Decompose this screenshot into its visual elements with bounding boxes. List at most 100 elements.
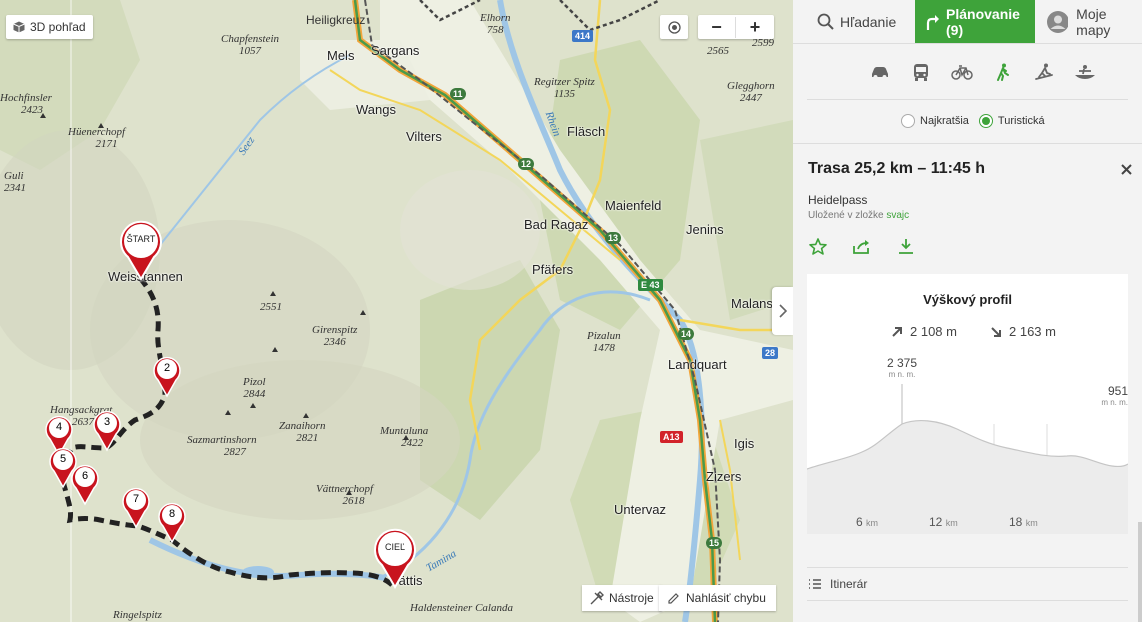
zoom-in-button[interactable]: + (736, 17, 774, 38)
hiking-icon (996, 63, 1009, 81)
close-route-button[interactable] (1121, 162, 1132, 180)
place-label: Zizers (706, 469, 742, 484)
pencil-icon (668, 592, 679, 604)
chevron-right-icon (778, 304, 787, 318)
place-label: Bad Ragaz (524, 217, 589, 232)
option-touristic[interactable]: Turistická (978, 114, 1045, 128)
waypoint-pin-icon (158, 502, 186, 544)
waypoint-pin-icon (71, 464, 99, 506)
peak-label: Girenspitz 2346 (312, 324, 358, 348)
divider (807, 567, 1128, 568)
transport-modes (793, 44, 1142, 100)
end-marker[interactable]: CIEĽ (373, 527, 417, 594)
place-label: Igis (734, 436, 755, 451)
route-title: Trasa 25,2 km – 11:45 h (808, 160, 986, 177)
locate-button[interactable] (660, 15, 688, 39)
option-shortest-label: Najkratšia (920, 115, 969, 127)
road-number-badge: 13 (605, 232, 622, 244)
place-label: Untervaz (614, 502, 667, 517)
radio-shortest[interactable] (901, 114, 915, 128)
tools-button[interactable]: Nástroje (582, 585, 662, 611)
area-label: Ringelspitz (113, 609, 162, 621)
share-icon[interactable] (852, 238, 872, 255)
panel-scrollbar[interactable] (1138, 522, 1142, 622)
report-error-button[interactable]: Nahlásiť chybu (659, 585, 776, 611)
option-shortest[interactable]: Najkratšia (901, 114, 969, 128)
peak-label: Hochfinsler 2423 (0, 92, 52, 116)
place-label: Vilters (406, 129, 442, 144)
road-number-badge: 12 (518, 158, 535, 170)
bus-icon (913, 64, 928, 81)
tab-planning[interactable]: Plánovanie (9) (915, 0, 1035, 43)
descent-stat: 2 163 m (990, 324, 1056, 339)
tab-search[interactable]: Hľadanie (793, 0, 915, 43)
peak-label: Glegghorn 2447 (727, 80, 775, 104)
peak-label: Vättnerchopf 2618 (316, 483, 374, 507)
mode-bicycle[interactable] (941, 64, 982, 80)
tab-search-label: Hľadanie (840, 13, 897, 30)
start-marker[interactable]: ŠTART (119, 219, 163, 286)
waypoint-number: 3 (103, 416, 111, 428)
mode-hiking[interactable] (982, 63, 1023, 81)
option-touristic-label: Turistická (997, 115, 1045, 127)
peak-label: Hüenerchopf 2171 (68, 126, 126, 150)
descent-arrow-icon (991, 326, 1001, 337)
ascent-stat: 2 108 m (891, 324, 957, 339)
tools-label: Nástroje (609, 591, 654, 605)
road-number-badge: E 43 (638, 279, 663, 291)
close-icon (1121, 164, 1132, 175)
route-name: Heidelpass (808, 193, 868, 207)
ski-icon (1034, 63, 1053, 80)
download-icon[interactable] (897, 238, 915, 255)
peak-label: Pizol 2844 (243, 376, 266, 400)
peak-label: Muntaluna 2422 (380, 425, 429, 449)
place-label: Wangs (356, 102, 396, 117)
list-icon (809, 579, 821, 589)
peak-label: 2551 (260, 301, 282, 313)
search-icon (817, 13, 834, 30)
descent-value: 2 163 m (1009, 324, 1056, 339)
waypoint-marker[interactable]: 6 (71, 462, 99, 511)
mode-bus[interactable] (900, 63, 941, 81)
divider (807, 99, 1128, 100)
map-view[interactable]: Heiligkreuz Mels Sargans Wangs Vilters F… (0, 0, 793, 622)
3d-view-label: 3D pohľad (30, 20, 86, 34)
itinerary-link[interactable]: Itinerár (808, 577, 867, 591)
peak-label: Regitzer Spitz 1135 (534, 76, 595, 100)
waypoint-marker[interactable]: 7 (122, 485, 150, 534)
route-icon (926, 14, 939, 30)
place-label: Fläsch (567, 124, 606, 139)
waypoint-marker[interactable]: 2 (153, 354, 181, 403)
car-icon (871, 67, 888, 79)
zoom-out-button[interactable]: − (698, 16, 736, 38)
place-label: Sargans (371, 43, 420, 58)
waypoint-marker[interactable]: 8 (158, 500, 186, 549)
route-actions (809, 238, 915, 255)
collapse-panel-button[interactable] (772, 287, 793, 335)
end-pin-icon (374, 528, 416, 589)
3d-view-button[interactable]: 3D pohľad (6, 15, 93, 39)
km-tick: 6 km (856, 515, 879, 529)
saved-folder-link[interactable]: svajc (886, 210, 909, 221)
locate-icon (667, 20, 681, 34)
side-panel: Hľadanie Plánovanie (9) Moje mapy Najkra… (793, 0, 1142, 622)
star-icon[interactable] (809, 238, 827, 255)
peak-label: Chapfenstein 1057 (221, 33, 280, 57)
mode-car[interactable] (859, 65, 900, 79)
place-label: Landquart (668, 357, 727, 372)
place-label: Heiligkreuz (306, 13, 366, 27)
place-label: Malans (731, 296, 773, 311)
waypoint-number: 2 (163, 362, 171, 374)
waypoint-pin-icon (93, 410, 121, 452)
tab-my-maps[interactable]: Moje mapy (1035, 0, 1142, 43)
waypoint-number: 6 (81, 470, 89, 482)
tab-planning-label: Plánovanie (9) (946, 5, 1020, 38)
profile-title: Výškový profil (923, 292, 1012, 307)
mode-boat[interactable] (1064, 64, 1105, 80)
waypoint-marker[interactable]: 3 (93, 408, 121, 457)
radio-touristic[interactable] (978, 114, 993, 128)
mode-ski[interactable] (1023, 63, 1064, 81)
divider (807, 600, 1128, 601)
start-pin-icon (120, 220, 162, 281)
boat-icon (1074, 65, 1095, 79)
